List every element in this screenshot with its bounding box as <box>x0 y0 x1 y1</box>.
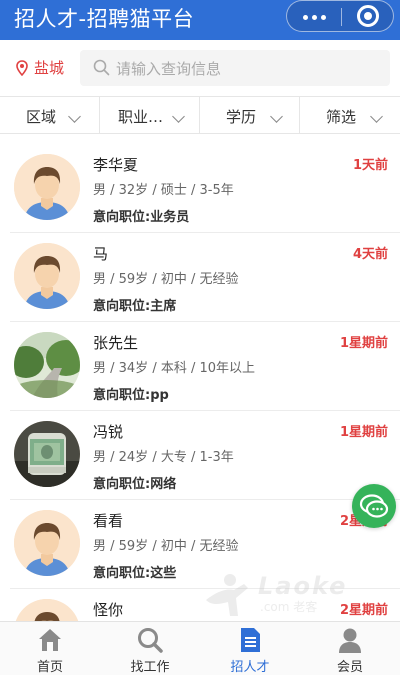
candidate-meta: 男 / 24岁 / 大专 / 1-3年 <box>93 450 234 465</box>
search-input[interactable]: 请输入查询信息 <box>80 50 390 86</box>
candidate-name: 李华夏 <box>93 156 139 174</box>
candidate-intent: 意向职位:业务员 <box>93 210 190 225</box>
candidate-item[interactable]: 马 男 / 59岁 / 初中 / 无经验 意向职位:主席 4天前 <box>0 233 400 322</box>
candidate-meta: 男 / 59岁 / 初中 / 无经验 <box>93 272 239 287</box>
home-icon <box>39 629 61 651</box>
candidate-item[interactable]: 看看 男 / 59岁 / 初中 / 无经验 意向职位:这些 2星期前 <box>0 500 400 589</box>
search-icon <box>93 59 110 76</box>
filter-education[interactable]: 学历 <box>200 97 300 133</box>
document-icon <box>241 628 260 652</box>
location-pin-icon[interactable] <box>16 60 28 76</box>
avatar <box>14 510 80 576</box>
filter-label: 职业… <box>118 108 164 126</box>
chevron-down-icon <box>172 110 185 123</box>
avatar <box>14 154 80 220</box>
candidate-meta: 男 / 32岁 / 硕士 / 3-5年 <box>93 183 234 198</box>
candidate-intent: 意向职位:这些 <box>93 566 177 581</box>
candidate-name: 马 <box>93 245 109 263</box>
avatar <box>14 421 80 487</box>
more-icon[interactable] <box>287 1 341 33</box>
filter-label: 区域 <box>26 108 57 126</box>
bottom-tab-bar: 首页 找工作 招人才 会员 <box>0 621 400 675</box>
avatar <box>14 599 80 621</box>
mini-program-capsule <box>286 0 394 32</box>
tab-member[interactable]: 会员 <box>300 622 400 675</box>
chevron-down-icon <box>270 110 283 123</box>
candidate-meta: 男 / 34岁 / 本科 / 10年以上 <box>93 361 256 376</box>
tab-label: 招人才 <box>230 660 270 675</box>
filter-region[interactable]: 区域 <box>0 97 100 133</box>
chat-button[interactable] <box>352 484 396 528</box>
tab-recruit[interactable]: 招人才 <box>200 622 300 675</box>
candidate-intent: 意向职位:主席 <box>93 299 177 314</box>
posted-time: 1星期前 <box>339 425 388 440</box>
search-row: 盐城 请输入查询信息 <box>0 40 400 96</box>
title-bar: 招人才-招聘猫平台 <box>0 0 400 40</box>
filter-label: 筛选 <box>326 108 357 126</box>
candidate-item[interactable]: 怪你 2星期前 <box>0 589 400 621</box>
search-icon <box>138 628 163 653</box>
candidate-name: 怪你 <box>93 601 124 619</box>
tab-home[interactable]: 首页 <box>0 622 100 675</box>
candidate-list: 李华夏 男 / 32岁 / 硕士 / 3-5年 意向职位:业务员 1天前 马 男… <box>0 144 400 621</box>
posted-time: 1星期前 <box>339 336 388 351</box>
tab-label: 首页 <box>36 660 63 675</box>
chevron-down-icon <box>68 110 81 123</box>
candidate-meta: 男 / 59岁 / 初中 / 无经验 <box>93 539 239 554</box>
avatar <box>14 243 80 309</box>
posted-time: 1天前 <box>352 158 388 173</box>
candidate-item[interactable]: 冯锐 男 / 24岁 / 大专 / 1-3年 意向职位:网络 1星期前 <box>0 411 400 500</box>
chat-bubble-icon <box>359 494 389 518</box>
filter-label: 学历 <box>226 108 257 126</box>
user-icon <box>339 628 361 653</box>
tab-label: 会员 <box>336 660 363 675</box>
close-target-icon[interactable] <box>357 5 379 27</box>
search-placeholder: 请输入查询信息 <box>116 60 222 78</box>
candidate-name: 看看 <box>93 512 124 530</box>
city-selector[interactable]: 盐城 <box>34 57 64 78</box>
candidate-intent: 意向职位:网络 <box>93 477 177 492</box>
filter-occupation[interactable]: 职业… <box>100 97 200 133</box>
candidate-intent: 意向职位:pp <box>93 388 169 403</box>
candidate-item[interactable]: 张先生 男 / 34岁 / 本科 / 10年以上 意向职位:pp 1星期前 <box>0 322 400 411</box>
posted-time: 2星期前 <box>339 603 388 618</box>
posted-time: 4天前 <box>352 247 388 262</box>
candidate-item[interactable]: 李华夏 男 / 32岁 / 硕士 / 3-5年 意向职位:业务员 1天前 <box>0 144 400 233</box>
candidate-name: 冯锐 <box>93 423 124 441</box>
tab-label: 找工作 <box>130 660 170 675</box>
avatar <box>14 332 80 398</box>
tab-find-job[interactable]: 找工作 <box>100 622 200 675</box>
filter-more[interactable]: 筛选 <box>300 97 400 133</box>
candidate-name: 张先生 <box>93 334 139 352</box>
page-title: 招人才-招聘猫平台 <box>14 7 195 31</box>
chevron-down-icon <box>370 110 383 123</box>
filter-bar: 区域 职业… 学历 筛选 <box>0 96 400 134</box>
